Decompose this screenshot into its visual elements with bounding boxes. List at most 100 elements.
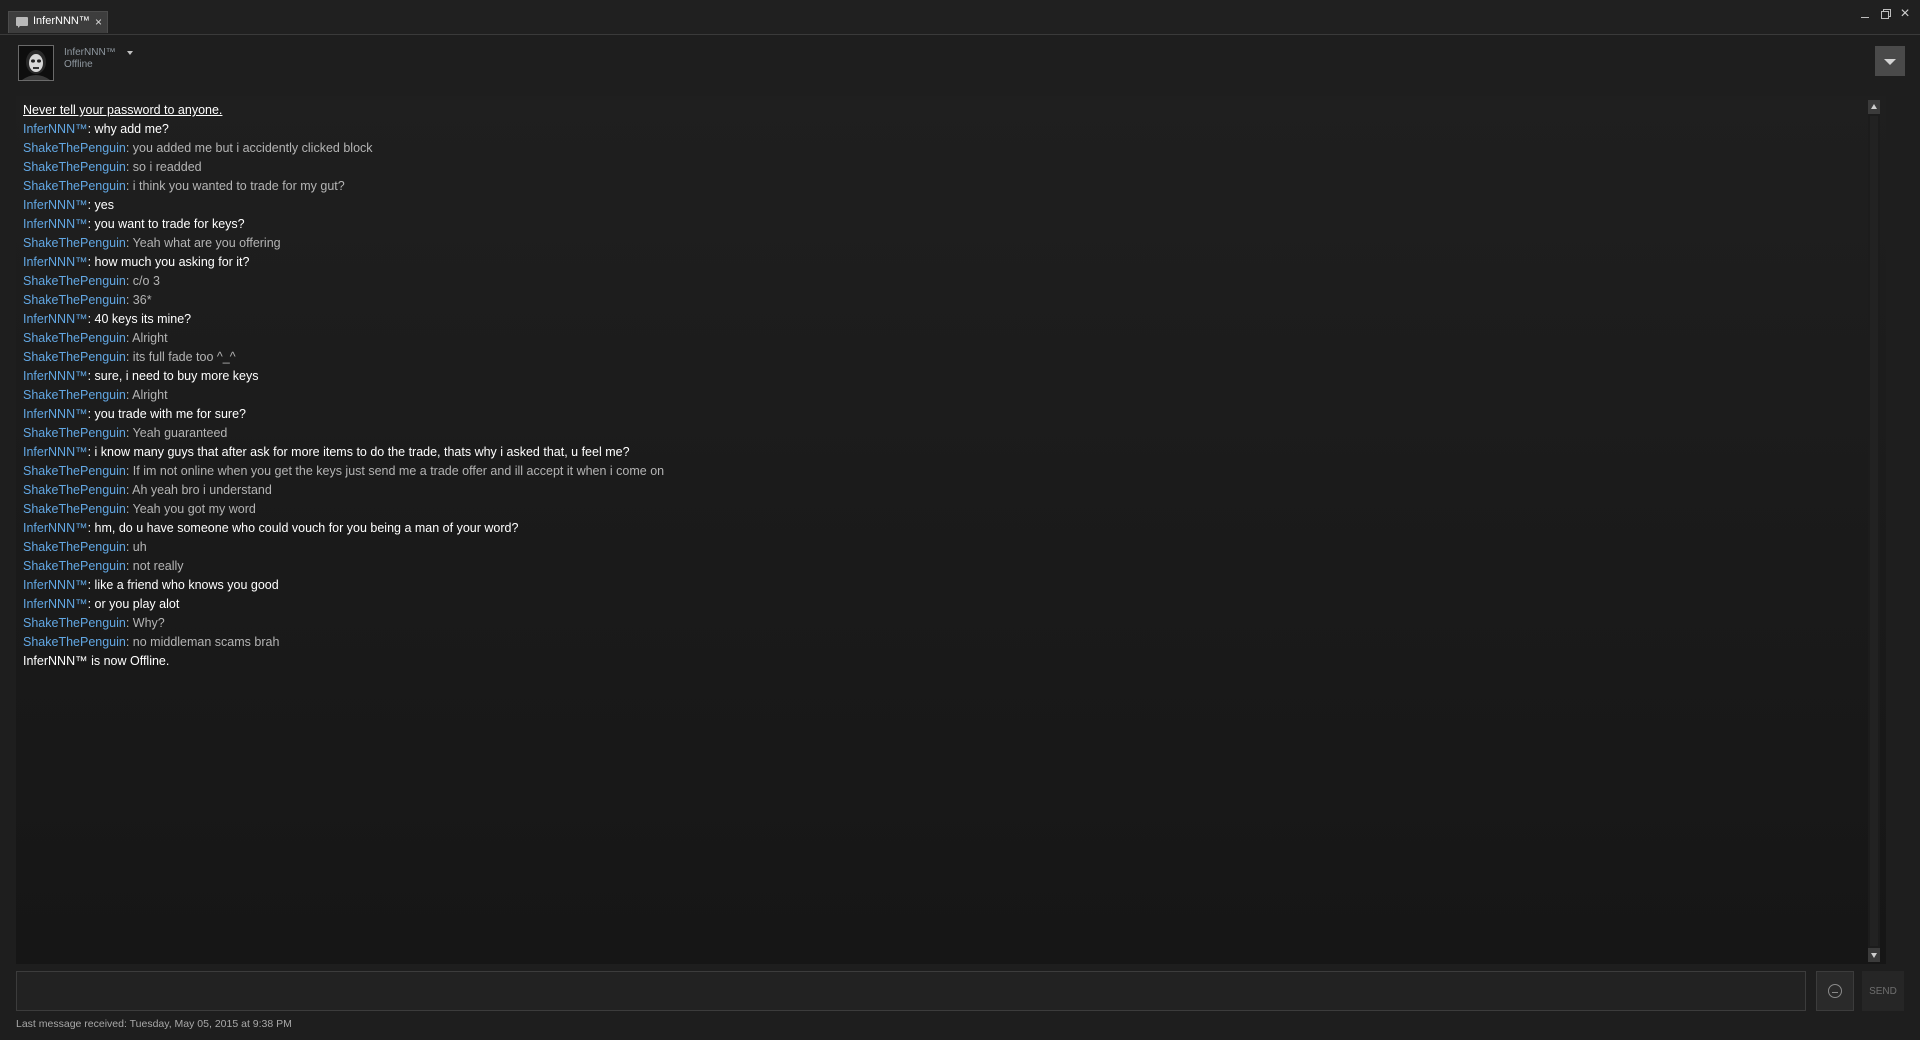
close-icon[interactable]: × bbox=[1898, 6, 1912, 22]
chat-message: ShakeThePenguin: Alright bbox=[23, 386, 1873, 405]
chat-message: InferNNN™: or you play alot bbox=[23, 595, 1873, 614]
message-sender[interactable]: InferNNN™ bbox=[23, 198, 88, 212]
message-text: : not really bbox=[125, 559, 184, 573]
chat-message: ShakeThePenguin: its full fade too ^_^ bbox=[23, 348, 1873, 367]
message-sender[interactable]: InferNNN™ bbox=[23, 312, 88, 326]
message-text: : Yeah you got my word bbox=[125, 502, 256, 516]
last-message-status: Last message received: Tuesday, May 05, … bbox=[16, 1018, 292, 1030]
send-button[interactable]: SEND bbox=[1862, 971, 1904, 1011]
system-message: InferNNN™ is now Offline. bbox=[23, 652, 1873, 671]
tab-chat-infernnn[interactable]: InferNNN™ × bbox=[8, 11, 108, 33]
window-controls: × bbox=[1858, 4, 1912, 24]
message-text: : 36* bbox=[125, 293, 152, 307]
message-sender[interactable]: ShakeThePenguin bbox=[23, 179, 126, 193]
avatar[interactable] bbox=[18, 45, 54, 81]
message-sender[interactable]: ShakeThePenguin bbox=[23, 559, 126, 573]
message-text: : i think you wanted to trade for my gut… bbox=[125, 179, 345, 193]
message-sender[interactable]: ShakeThePenguin bbox=[23, 616, 126, 630]
message-sender[interactable]: ShakeThePenguin bbox=[23, 160, 126, 174]
scroll-track[interactable] bbox=[1870, 116, 1878, 946]
message-text: : you trade with me for sure? bbox=[87, 407, 246, 421]
avatar-image bbox=[19, 46, 53, 80]
message-sender[interactable]: ShakeThePenguin bbox=[23, 141, 126, 155]
message-text: : 40 keys its mine? bbox=[87, 312, 192, 326]
chat-message: InferNNN™: yes bbox=[23, 196, 1873, 215]
security-warning[interactable]: Never tell your password to anyone. bbox=[23, 101, 1873, 120]
message-sender[interactable]: ShakeThePenguin bbox=[23, 236, 126, 250]
emoticon-icon bbox=[1828, 984, 1842, 998]
chat-message: ShakeThePenguin: no middleman scams brah bbox=[23, 633, 1873, 652]
emoticon-button[interactable] bbox=[1816, 971, 1854, 1011]
tab-label: InferNNN™ bbox=[33, 15, 90, 27]
message-sender[interactable]: ShakeThePenguin bbox=[23, 464, 126, 478]
chat-message: ShakeThePenguin: not really bbox=[23, 557, 1873, 576]
message-sender[interactable]: ShakeThePenguin bbox=[23, 426, 126, 440]
chevron-down-icon[interactable] bbox=[127, 51, 133, 55]
message-sender[interactable]: InferNNN™ bbox=[23, 407, 88, 421]
message-text: : uh bbox=[125, 540, 147, 554]
message-text: InferNNN™ is now Offline. bbox=[23, 654, 170, 668]
message-text: : hm, do u have someone who could vouch … bbox=[87, 521, 519, 535]
chat-message: ShakeThePenguin: Yeah what are you offer… bbox=[23, 234, 1873, 253]
message-text: : its full fade too ^_^ bbox=[125, 350, 236, 364]
message-sender[interactable]: ShakeThePenguin bbox=[23, 540, 126, 554]
message-text: : yes bbox=[87, 198, 114, 212]
chat-message: ShakeThePenguin: you added me but i acci… bbox=[23, 139, 1873, 158]
chat-message: ShakeThePenguin: Ah yeah bro i understan… bbox=[23, 481, 1873, 500]
message-sender[interactable]: ShakeThePenguin bbox=[23, 635, 126, 649]
message-text: : Yeah what are you offering bbox=[125, 236, 281, 250]
chat-message: InferNNN™: like a friend who knows you g… bbox=[23, 576, 1873, 595]
chat-message: ShakeThePenguin: Yeah you got my word bbox=[23, 500, 1873, 519]
chat-message: ShakeThePenguin: Yeah guaranteed bbox=[23, 424, 1873, 443]
message-sender[interactable]: ShakeThePenguin bbox=[23, 350, 126, 364]
friend-name[interactable]: InferNNN™ bbox=[64, 47, 116, 58]
message-sender[interactable]: InferNNN™ bbox=[23, 597, 88, 611]
chat-options-dropdown[interactable] bbox=[1875, 46, 1905, 76]
message-sender[interactable]: ShakeThePenguin bbox=[23, 274, 126, 288]
chat-message-input[interactable] bbox=[16, 971, 1806, 1011]
message-sender[interactable]: InferNNN™ bbox=[23, 255, 88, 269]
message-sender[interactable]: ShakeThePenguin bbox=[23, 483, 126, 497]
minimize-icon[interactable] bbox=[1858, 7, 1872, 21]
message-sender[interactable]: InferNNN™ bbox=[23, 122, 88, 136]
message-text: : why add me? bbox=[87, 122, 169, 136]
message-text: : so i readded bbox=[125, 160, 202, 174]
message-text: : you added me but i accidently clicked … bbox=[125, 141, 373, 155]
message-sender[interactable]: ShakeThePenguin bbox=[23, 293, 126, 307]
message-sender[interactable]: InferNNN™ bbox=[23, 217, 88, 231]
message-text: : Yeah guaranteed bbox=[125, 426, 228, 440]
chat-message: ShakeThePenguin: Alright bbox=[23, 329, 1873, 348]
message-text: : no middleman scams brah bbox=[125, 635, 280, 649]
chat-message: ShakeThePenguin: so i readded bbox=[23, 158, 1873, 177]
scroll-down-arrow-icon[interactable] bbox=[1868, 948, 1880, 962]
chat-log[interactable]: Never tell your password to anyone. Infer… bbox=[16, 96, 1886, 964]
message-text: Never tell your password to anyone. bbox=[23, 103, 223, 117]
message-sender[interactable]: InferNNN™ bbox=[23, 445, 88, 459]
message-text: : If im not online when you get the keys… bbox=[125, 464, 665, 478]
message-text: : Why? bbox=[125, 616, 165, 630]
message-sender[interactable]: ShakeThePenguin bbox=[23, 331, 126, 345]
restore-icon[interactable] bbox=[1878, 7, 1892, 21]
chat-message: ShakeThePenguin: uh bbox=[23, 538, 1873, 557]
message-text: : Ah yeah bro i understand bbox=[125, 483, 272, 497]
message-sender[interactable]: InferNNN™ bbox=[23, 369, 88, 383]
message-text: : sure, i need to buy more keys bbox=[87, 369, 259, 383]
message-sender[interactable]: ShakeThePenguin bbox=[23, 388, 126, 402]
chat-message: InferNNN™: 40 keys its mine? bbox=[23, 310, 1873, 329]
message-sender[interactable]: ShakeThePenguin bbox=[23, 502, 126, 516]
message-text: : i know many guys that after ask for mo… bbox=[87, 445, 630, 459]
message-text: : Alright bbox=[125, 388, 168, 402]
message-text: : like a friend who knows you good bbox=[87, 578, 279, 592]
chat-message: ShakeThePenguin: Why? bbox=[23, 614, 1873, 633]
message-sender[interactable]: InferNNN™ bbox=[23, 521, 88, 535]
chat-header: InferNNN™ Offline bbox=[0, 35, 1920, 95]
tab-close-icon[interactable]: × bbox=[95, 15, 102, 29]
scroll-up-arrow-icon[interactable] bbox=[1868, 100, 1880, 114]
message-text: : Alright bbox=[125, 331, 168, 345]
chat-message: InferNNN™: how much you asking for it? bbox=[23, 253, 1873, 272]
tab-bar: InferNNN™ × × bbox=[0, 0, 1920, 35]
message-text: : or you play alot bbox=[87, 597, 180, 611]
message-text: : you want to trade for keys? bbox=[87, 217, 245, 231]
scrollbar[interactable] bbox=[1868, 100, 1880, 962]
message-sender[interactable]: InferNNN™ bbox=[23, 578, 88, 592]
